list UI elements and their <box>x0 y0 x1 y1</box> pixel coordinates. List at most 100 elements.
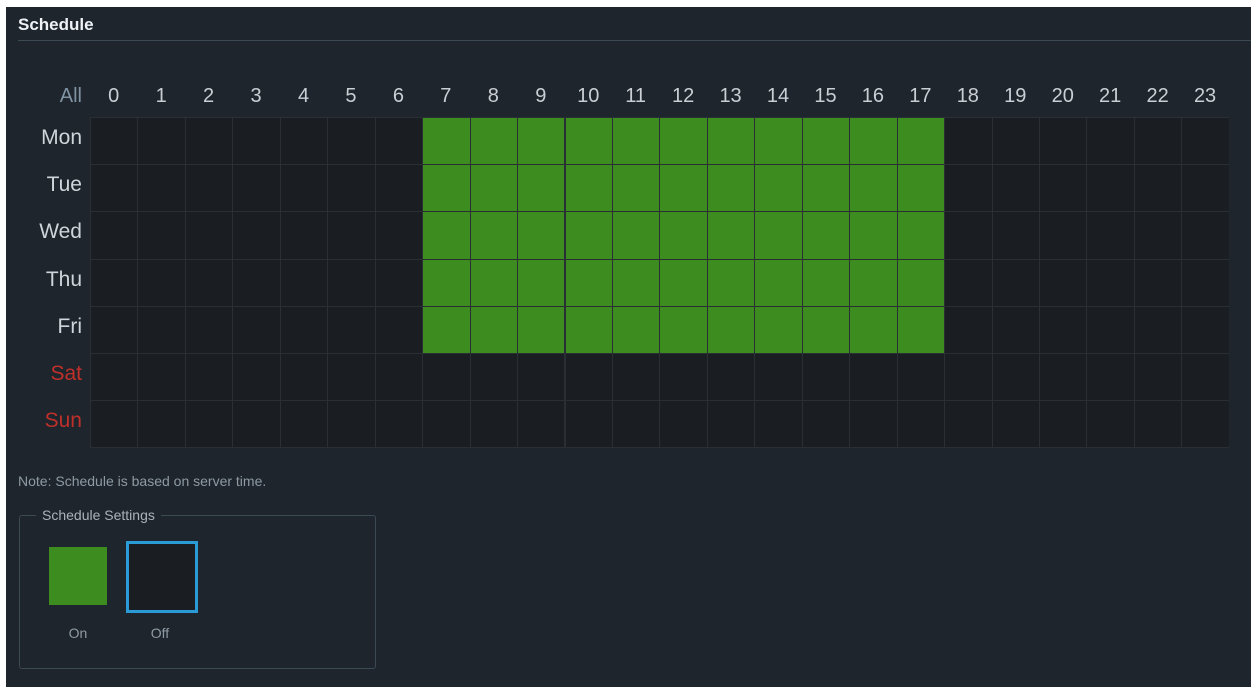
schedule-cell[interactable] <box>850 165 897 212</box>
schedule-cell[interactable] <box>470 212 518 259</box>
schedule-cell[interactable] <box>802 401 850 448</box>
schedule-cell[interactable] <box>518 401 565 448</box>
schedule-cell[interactable] <box>470 306 518 353</box>
schedule-cell[interactable] <box>897 354 945 401</box>
schedule-cell[interactable] <box>1182 259 1229 306</box>
schedule-cell[interactable] <box>233 165 280 212</box>
day-label-sun[interactable]: Sun <box>20 409 82 433</box>
schedule-cell[interactable] <box>328 354 375 401</box>
hour-header-11[interactable]: 11 <box>612 83 659 109</box>
schedule-cell[interactable] <box>992 118 1039 165</box>
schedule-cell[interactable] <box>1134 354 1182 401</box>
schedule-cell[interactable] <box>660 306 707 353</box>
hour-header-5[interactable]: 5 <box>327 83 374 109</box>
schedule-cell[interactable] <box>375 259 423 306</box>
schedule-cell[interactable] <box>470 354 518 401</box>
schedule-cell[interactable] <box>565 259 612 306</box>
schedule-cell[interactable] <box>565 118 612 165</box>
schedule-cell[interactable] <box>423 401 470 448</box>
schedule-cell[interactable] <box>328 212 375 259</box>
schedule-cell[interactable] <box>375 306 423 353</box>
hour-header-21[interactable]: 21 <box>1086 83 1133 109</box>
schedule-cell[interactable] <box>755 354 802 401</box>
schedule-cell[interactable] <box>565 354 612 401</box>
schedule-cell[interactable] <box>328 401 375 448</box>
schedule-cell[interactable] <box>185 354 233 401</box>
schedule-cell[interactable] <box>945 212 992 259</box>
hour-header-4[interactable]: 4 <box>280 83 327 109</box>
schedule-cell[interactable] <box>1182 401 1229 448</box>
schedule-cell[interactable] <box>1134 306 1182 353</box>
schedule-cell[interactable] <box>945 354 992 401</box>
hour-header-1[interactable]: 1 <box>137 83 184 109</box>
schedule-cell[interactable] <box>138 259 185 306</box>
schedule-cell[interactable] <box>945 306 992 353</box>
schedule-cell[interactable] <box>1040 306 1087 353</box>
schedule-cell[interactable] <box>802 306 850 353</box>
schedule-cell[interactable] <box>612 259 660 306</box>
schedule-cell[interactable] <box>280 118 328 165</box>
schedule-cell[interactable] <box>612 118 660 165</box>
schedule-cell[interactable] <box>518 212 565 259</box>
schedule-cell[interactable] <box>755 306 802 353</box>
schedule-cell[interactable] <box>992 306 1039 353</box>
schedule-cell[interactable] <box>423 118 470 165</box>
schedule-cell[interactable] <box>1182 354 1229 401</box>
schedule-cell[interactable] <box>280 401 328 448</box>
schedule-cell[interactable] <box>91 212 138 259</box>
hour-header-14[interactable]: 14 <box>754 83 801 109</box>
schedule-cell[interactable] <box>850 212 897 259</box>
schedule-cell[interactable] <box>423 306 470 353</box>
schedule-cell[interactable] <box>612 212 660 259</box>
schedule-cell[interactable] <box>1182 306 1229 353</box>
schedule-cell[interactable] <box>185 401 233 448</box>
schedule-cell[interactable] <box>1182 212 1229 259</box>
schedule-cell[interactable] <box>423 259 470 306</box>
schedule-cell[interactable] <box>612 354 660 401</box>
schedule-cell[interactable] <box>328 118 375 165</box>
schedule-cell[interactable] <box>518 259 565 306</box>
hour-header-6[interactable]: 6 <box>375 83 422 109</box>
schedule-cell[interactable] <box>91 306 138 353</box>
schedule-cell[interactable] <box>660 165 707 212</box>
schedule-cell[interactable] <box>185 165 233 212</box>
schedule-cell[interactable] <box>280 212 328 259</box>
schedule-cell[interactable] <box>897 118 945 165</box>
schedule-cell[interactable] <box>233 212 280 259</box>
hour-header-8[interactable]: 8 <box>470 83 517 109</box>
schedule-cell[interactable] <box>470 401 518 448</box>
schedule-cell[interactable] <box>992 401 1039 448</box>
schedule-cell[interactable] <box>91 401 138 448</box>
schedule-cell[interactable] <box>707 401 755 448</box>
schedule-cell[interactable] <box>375 354 423 401</box>
day-label-thu[interactable]: Thu <box>20 268 82 292</box>
schedule-cell[interactable] <box>945 118 992 165</box>
schedule-cell[interactable] <box>138 118 185 165</box>
schedule-cell[interactable] <box>470 165 518 212</box>
schedule-cell[interactable] <box>185 118 233 165</box>
schedule-cell[interactable] <box>707 306 755 353</box>
schedule-cell[interactable] <box>755 165 802 212</box>
schedule-cell[interactable] <box>138 354 185 401</box>
schedule-cell[interactable] <box>91 118 138 165</box>
schedule-cell[interactable] <box>1134 165 1182 212</box>
schedule-cell[interactable] <box>1087 118 1134 165</box>
schedule-cell[interactable] <box>850 118 897 165</box>
schedule-cell[interactable] <box>1134 212 1182 259</box>
schedule-cell[interactable] <box>233 306 280 353</box>
schedule-cell[interactable] <box>755 118 802 165</box>
schedule-cell[interactable] <box>992 259 1039 306</box>
hour-header-3[interactable]: 3 <box>232 83 279 109</box>
schedule-cell[interactable] <box>850 354 897 401</box>
schedule-cell[interactable] <box>1040 259 1087 306</box>
schedule-cell[interactable] <box>423 212 470 259</box>
schedule-cell[interactable] <box>1040 212 1087 259</box>
schedule-cell[interactable] <box>233 118 280 165</box>
schedule-cell[interactable] <box>1087 306 1134 353</box>
schedule-cell[interactable] <box>233 259 280 306</box>
schedule-cell[interactable] <box>233 401 280 448</box>
off-swatch-button[interactable] <box>126 541 198 613</box>
hour-header-2[interactable]: 2 <box>185 83 232 109</box>
schedule-cell[interactable] <box>660 259 707 306</box>
schedule-cell[interactable] <box>660 354 707 401</box>
